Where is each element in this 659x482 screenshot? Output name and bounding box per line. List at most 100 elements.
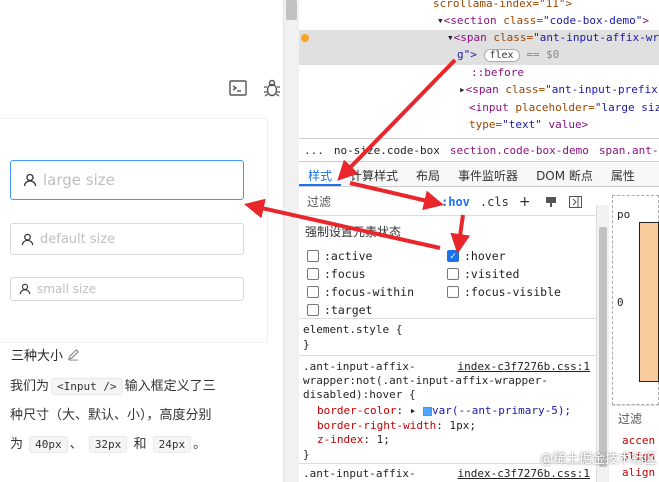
dom-text: scrollama-index="11"> [433,0,573,10]
css-declaration[interactable]: border-color: ▸ var(--ant-primary-5); [317,404,571,417]
inline-code: 40px [29,436,68,453]
paint-icon[interactable] [545,196,557,208]
dom-text: placeholder= [515,101,595,114]
elements-tree: scrollama-index="11"> ▾<section class="c… [299,0,659,138]
breadcrumb-item[interactable]: no-size.code-box [329,144,445,157]
dom-line-selected[interactable]: g"> flex == $0 [457,48,559,62]
sidebar-toggle-icon[interactable] [568,195,582,208]
demo-panel: large size default size small size 三种大小 … [0,0,283,482]
dom-text: type= [469,118,503,131]
checkbox-checked[interactable]: ✓ [447,250,459,262]
tab-event-listeners[interactable]: 事件监听器 [449,163,527,186]
state-label: :active [324,249,373,263]
default-size-placeholder: default size [40,231,116,247]
desc-text: 种尺寸（大、默认、小），高度分别 [10,408,212,423]
desc-text: 、 [69,437,83,452]
dom-text: <input [469,101,516,114]
rule-selector[interactable]: .ant-input-affix- [303,467,416,480]
default-size-input[interactable]: default size [10,223,244,255]
bug-icon[interactable] [262,78,282,98]
edit-icon[interactable] [67,348,80,361]
css-declaration[interactable]: border-right-width: 1px; [317,419,476,432]
filter-input[interactable]: 过滤 [299,193,429,210]
large-size-input[interactable]: large size [10,160,244,200]
dom-line[interactable]: ▸<span class="ant-input-prefix [459,83,658,96]
checkbox[interactable] [307,268,319,280]
dom-text: "ant-input-prefix [545,83,658,96]
section-title: 三种大小 [11,345,80,364]
tab-styles[interactable]: 样式 [299,163,342,186]
devtools-panel: scrollama-index="11"> ▾<section class="c… [299,0,659,482]
state-target-checkbox[interactable]: :target [307,303,372,317]
breakpoint-dot[interactable] [301,32,309,45]
css-property: border-color [317,404,397,417]
terminal-icon[interactable] [228,78,248,98]
css-value: 1px; [449,419,476,432]
state-label: :focus-visible [464,285,561,299]
source-link[interactable]: index-c3f7276b.css:1 [458,467,590,480]
styles-tab-bar: 样式 计算样式 布局 事件监听器 DOM 断点 属性 [299,163,659,187]
tab-dom-breakpoints[interactable]: DOM 断点 [527,163,602,186]
computed-filter-input[interactable]: 过滤 [618,410,642,427]
tab-layout[interactable]: 布局 [407,163,449,186]
rule-selector[interactable]: wrapper:not(.ant-input-affix-wrapper- [303,374,548,387]
desc-text: 输入框定义了三 [124,379,216,394]
page-scrollbar-thumb[interactable] [286,0,297,20]
desc-text: 我们为 [10,379,50,394]
computed-property[interactable]: align [622,466,655,479]
tab-properties[interactable]: 属性 [602,163,644,186]
cls-toggle-button[interactable]: .cls [480,195,509,209]
box-position-label: po [617,208,631,221]
page-scrollbar[interactable] [283,0,299,482]
dom-text: ::before [471,66,524,79]
dom-text: > [642,14,649,27]
styles-scrollbar-thumb[interactable] [599,227,607,467]
state-hover-checkbox[interactable]: ✓:hover [447,249,506,263]
rule-selector[interactable]: disabled):hover { [303,388,416,401]
small-size-input[interactable]: small size [10,277,244,301]
checkbox[interactable] [447,286,459,298]
styles-scrollbar[interactable] [596,205,609,482]
css-value: 1; [376,433,390,446]
force-state-panel: 强制设置元素状态 :active ✓:hover :focus :visited… [299,217,596,317]
rule-selector[interactable]: .ant-input-affix- [303,360,416,373]
checkbox[interactable] [307,304,319,316]
state-visited-checkbox[interactable]: :visited [447,267,519,281]
css-property: border-right-width [317,419,437,432]
color-swatch[interactable] [422,406,432,416]
rule-close: } [303,448,310,461]
state-focus-checkbox[interactable]: :focus [307,267,366,281]
element-style-selector[interactable]: element.style { [303,323,402,336]
dom-text: g"> [457,48,477,61]
dom-line[interactable]: <input placeholder="large siz [469,101,659,114]
css-property: z-index [317,433,364,446]
breadcrumb-item[interactable]: section.code-box-demo [445,144,594,157]
dom-text: "code-box-demo" [542,14,643,27]
breadcrumb-item[interactable]: span.ant-input-a [594,144,659,157]
tab-computed[interactable]: 计算样式 [341,163,407,186]
hov-toggle-button[interactable]: :hov [441,195,470,209]
css-declaration[interactable]: z-index: 1; [317,433,390,446]
breadcrumb-more[interactable]: ... [299,144,329,157]
user-icon [23,173,37,187]
checkbox[interactable] [447,268,459,280]
flex-badge[interactable]: flex [483,49,520,62]
checkbox[interactable] [307,286,319,298]
large-size-placeholder: large size [43,171,115,189]
checkbox[interactable] [307,250,319,262]
dom-line-selected[interactable]: ▾<span class="ant-input-affix-wr [447,31,659,44]
dom-line[interactable]: ::before [471,66,524,79]
force-state-title: 强制设置元素状态 [305,225,402,239]
dom-line[interactable]: ▾<section class="code-box-demo"> [437,14,649,27]
new-rule-button[interactable]: + [519,194,531,210]
state-active-checkbox[interactable]: :active [307,249,372,263]
state-label: :target [324,303,373,317]
state-focus-within-checkbox[interactable]: :focus-within [307,285,414,299]
dom-line[interactable]: type="text" value> [469,118,588,131]
source-link[interactable]: index-c3f7276b.css:1 [458,360,590,373]
rule-divider [299,355,596,356]
desc-text: 。 [193,437,207,452]
state-focus-visible-checkbox[interactable]: :focus-visible [447,285,561,299]
dom-line[interactable]: scrollama-index="11"> [433,0,572,10]
computed-property[interactable]: accen [622,434,655,447]
